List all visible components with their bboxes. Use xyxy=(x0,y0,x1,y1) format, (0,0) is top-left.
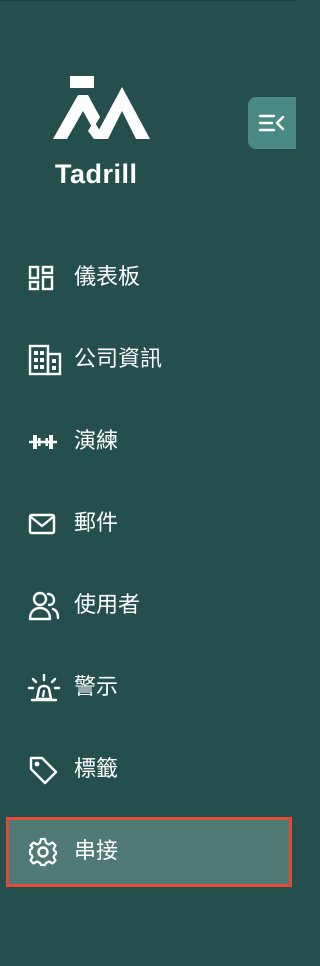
brand-name: Tadrill xyxy=(55,159,138,189)
dashboard-grid-icon xyxy=(28,260,64,296)
sidebar-item-label: 串接 xyxy=(74,839,119,864)
sidebar-item-label: 標籤 xyxy=(74,757,119,782)
sidebar: Tadrill 儀表板 公司資訊 演練 郵件 使用者 警示 標籤 串接 xyxy=(0,0,296,966)
tag-icon xyxy=(28,752,64,788)
sidebar-item-label: 儀表板 xyxy=(74,265,141,290)
sidebar-item-drills[interactable]: 演練 xyxy=(0,401,296,483)
gear-icon xyxy=(28,834,64,870)
collapse-sidebar-button[interactable] xyxy=(248,97,296,149)
alert-siren-icon xyxy=(28,670,64,706)
sidebar-item-integrations[interactable]: 串接 xyxy=(6,817,292,887)
logo-mark-icon xyxy=(53,76,150,139)
sidebar-item-tags[interactable]: 標籤 xyxy=(0,729,296,811)
sidebar-item-label: 警示 xyxy=(74,675,119,700)
sidebar-item-label: 使用者 xyxy=(74,593,141,618)
building-icon xyxy=(28,342,64,378)
mail-icon xyxy=(28,506,64,542)
sidebar-item-mail[interactable]: 郵件 xyxy=(0,483,296,565)
sidebar-item-alerts[interactable]: 警示 xyxy=(0,647,296,729)
users-icon xyxy=(28,588,64,624)
sidebar-item-label: 演練 xyxy=(74,429,119,454)
sidebar-item-label: 公司資訊 xyxy=(74,347,163,372)
sidebar-item-label: 郵件 xyxy=(74,511,119,536)
sidebar-item-users[interactable]: 使用者 xyxy=(0,565,296,647)
dumbbell-icon xyxy=(28,424,64,460)
sidebar-item-dashboard[interactable]: 儀表板 xyxy=(0,237,296,319)
sidebar-nav: 儀表板 公司資訊 演練 郵件 使用者 警示 標籤 串接 xyxy=(0,237,296,887)
sidebar-item-company-info[interactable]: 公司資訊 xyxy=(0,319,296,401)
collapse-menu-icon xyxy=(258,114,285,132)
